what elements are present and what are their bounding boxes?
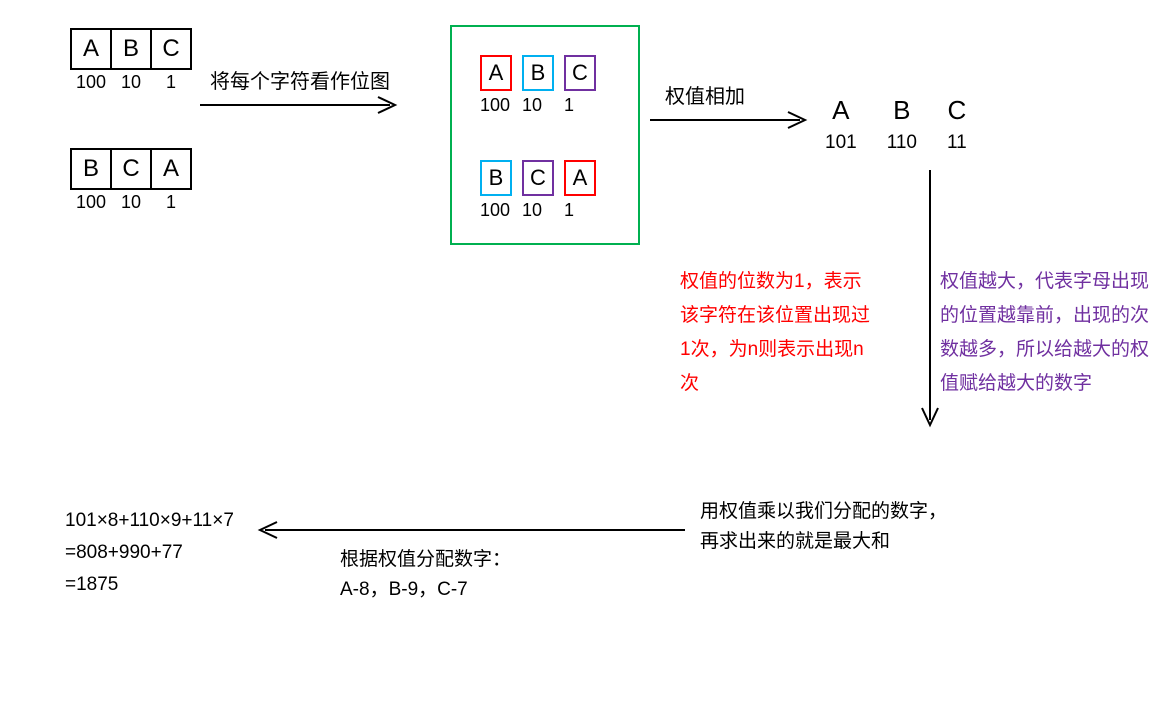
assign-values: A-8，B-9，C-7	[340, 575, 468, 605]
result-a: A 101	[825, 95, 857, 154]
purple-note: 权值越大，代表字母出现的位置越靠前，出现的次数越多，所以给越大的权值赋给越大的数…	[940, 265, 1150, 401]
arrow1-label: 将每个字符看作位图	[210, 65, 390, 94]
letter-c-purple: C	[522, 160, 554, 196]
result-b: B 110	[887, 95, 917, 154]
arrow-4-icon	[250, 520, 690, 540]
bottom-right-text: 用权值乘以我们分配的数字，再求出来的就是最大和	[700, 497, 960, 557]
letter-b-blue: B	[522, 55, 554, 91]
value: 10	[522, 200, 564, 221]
result-c: C 11	[947, 95, 967, 154]
result-num: 11	[947, 132, 967, 154]
mid2-cells: B C A	[480, 160, 606, 196]
result-num: 101	[825, 132, 857, 154]
arrow-3-icon	[920, 170, 940, 430]
input1-values: 100 10 1	[70, 72, 192, 93]
mid-box-1: A B C 100 10 1	[480, 55, 606, 116]
input1-cells: A B C	[70, 28, 192, 70]
value: 1	[150, 72, 192, 93]
input2-values: 100 10 1	[70, 192, 192, 213]
mid1-values: 100 10 1	[480, 95, 606, 116]
arrow-1-icon	[200, 95, 400, 115]
value: 100	[480, 95, 522, 116]
input-box-2: B C A 100 10 1	[70, 148, 192, 213]
cell: B	[70, 148, 112, 190]
value: 10	[522, 95, 564, 116]
letter-a-red: A	[564, 160, 596, 196]
letter-a-red: A	[480, 55, 512, 91]
cell: C	[150, 28, 192, 70]
mid1-cells: A B C	[480, 55, 606, 91]
input-box-1: A B C 100 10 1	[70, 28, 192, 93]
input2-cells: B C A	[70, 148, 192, 190]
arrow-2-icon	[650, 110, 810, 130]
calc-line: =808+990+77	[65, 537, 234, 569]
result-letter: C	[947, 95, 967, 126]
calc-block: 101×8+110×9+11×7 =808+990+77 =1875	[65, 505, 234, 601]
result-letter: A	[825, 95, 857, 126]
result-row: A 101 B 110 C 11	[825, 95, 967, 154]
value: 100	[480, 200, 522, 221]
letter-c-purple: C	[564, 55, 596, 91]
result-num: 110	[887, 132, 917, 154]
cell: B	[110, 28, 152, 70]
mid2-values: 100 10 1	[480, 200, 606, 221]
value: 100	[70, 72, 112, 93]
letter-b-blue: B	[480, 160, 512, 196]
value: 100	[70, 192, 112, 213]
value: 1	[150, 192, 192, 213]
cell: A	[70, 28, 112, 70]
mid-box-2: B C A 100 10 1	[480, 160, 606, 221]
value: 10	[110, 72, 152, 93]
result-letter: B	[887, 95, 917, 126]
value: 10	[110, 192, 152, 213]
cell: A	[150, 148, 192, 190]
calc-line: =1875	[65, 569, 234, 601]
arrow2-label: 权值相加	[665, 80, 745, 109]
cell: C	[110, 148, 152, 190]
red-note: 权值的位数为1，表示该字符在该位置出现过1次，为n则表示出现n次	[680, 265, 880, 401]
value: 1	[564, 200, 606, 221]
assign-label: 根据权值分配数字：	[340, 545, 511, 575]
calc-line: 101×8+110×9+11×7	[65, 505, 234, 537]
value: 1	[564, 95, 606, 116]
